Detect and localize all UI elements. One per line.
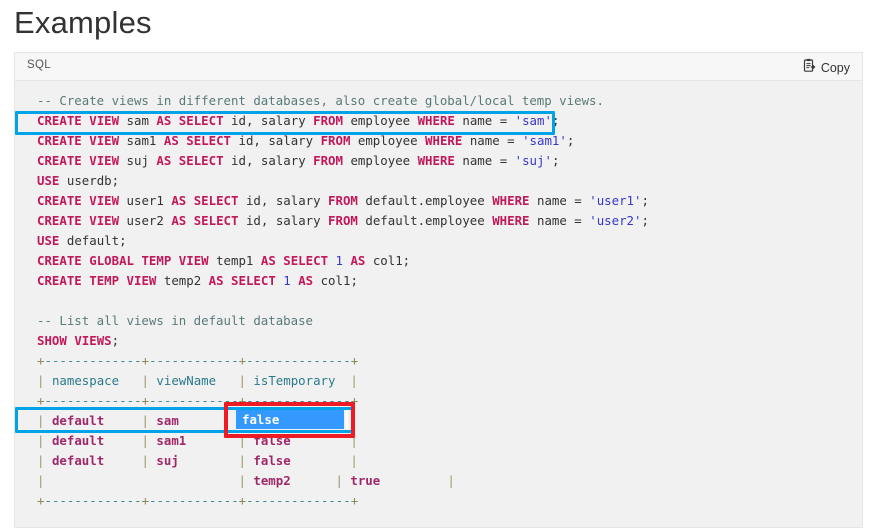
text-cursor-caret — [346, 410, 348, 429]
copy-button-label: Copy — [820, 61, 850, 75]
code-language-label: SQL — [27, 59, 51, 71]
copy-button[interactable]: Copy — [800, 57, 852, 79]
text-selection-false[interactable]: false — [236, 410, 344, 429]
page-title: Examples — [14, 5, 152, 40]
sql-source[interactable]: -- Create views in different databases, … — [15, 91, 862, 511]
sql-code-block: SQL Copy -- Create views in different da… — [14, 52, 863, 528]
code-block-header: SQL Copy — [15, 53, 862, 81]
code-content[interactable]: -- Create views in different databases, … — [15, 81, 862, 511]
clipboard-copy-icon — [802, 58, 816, 78]
